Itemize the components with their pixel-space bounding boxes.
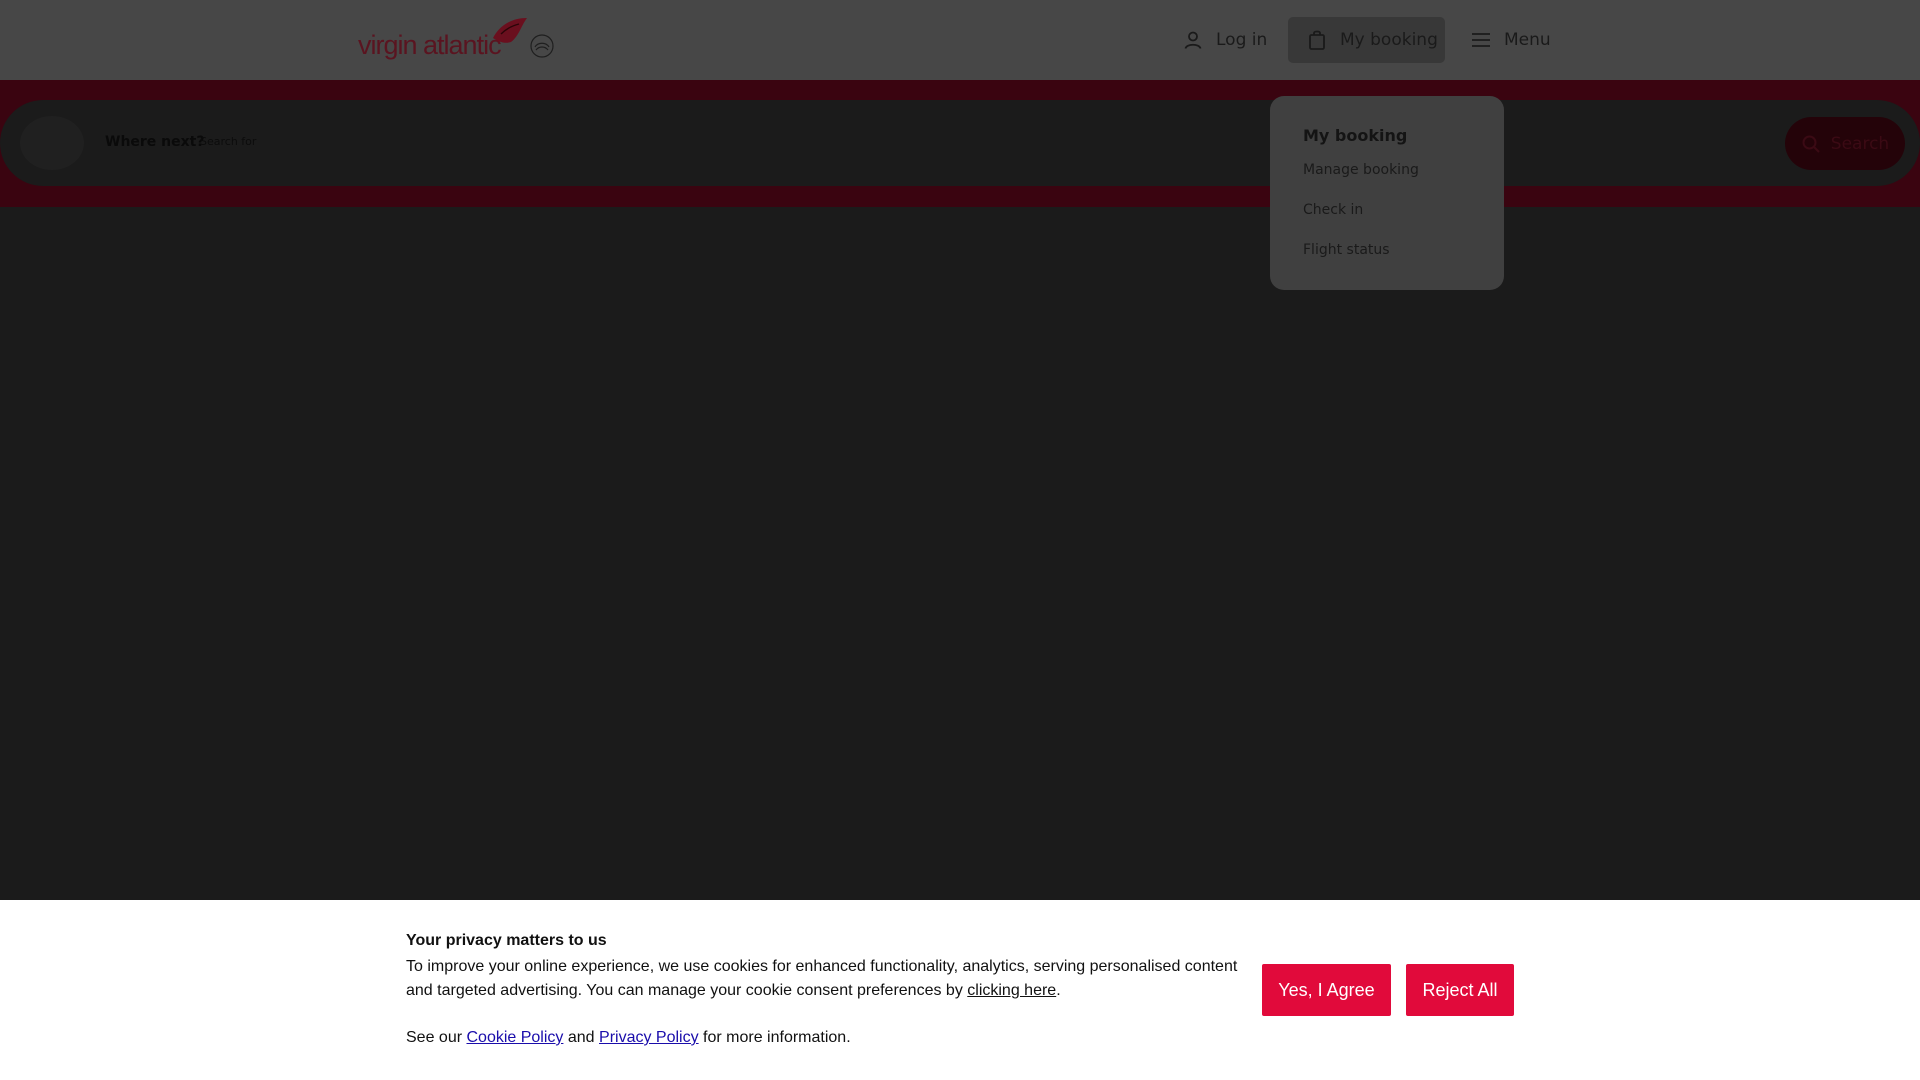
- site-header: virgin atlantic Log in My booking Menu: [0, 0, 1920, 80]
- user-icon: [1182, 29, 1204, 51]
- menu-button[interactable]: Menu: [1468, 17, 1558, 63]
- logo-wordmark: virgin atlantic: [358, 30, 502, 60]
- shopping-bag-icon: [1306, 29, 1328, 51]
- more-info-text: for more information.: [698, 1029, 851, 1046]
- search-label: Where next?: [105, 134, 205, 150]
- my-booking-button[interactable]: My booking: [1288, 17, 1445, 63]
- dropdown-title: My booking: [1303, 126, 1408, 145]
- privacy-policy-link[interactable]: Privacy Policy: [599, 1029, 699, 1046]
- dropdown-item-flight-status[interactable]: Flight status: [1303, 241, 1504, 281]
- dropdown-item-check-in[interactable]: Check in: [1303, 201, 1504, 241]
- search-icon: [1802, 135, 1820, 153]
- login-label: Log in: [1216, 30, 1268, 50]
- alliance-seal-icon: [530, 34, 554, 58]
- reject-all-button[interactable]: Reject All: [1406, 964, 1514, 1016]
- virgin-atlantic-logo[interactable]: virgin atlantic: [358, 16, 558, 64]
- virgin-flag-icon: [493, 18, 527, 43]
- login-button[interactable]: Log in: [1180, 17, 1270, 63]
- cookie-policy-link[interactable]: Cookie Policy: [466, 1029, 563, 1046]
- cookie-text-after: .: [1056, 982, 1061, 999]
- dropdown-item-manage-booking[interactable]: Manage booking: [1303, 161, 1504, 201]
- cookie-description: To improve your online experience, we us…: [406, 955, 1251, 1003]
- cookie-text-before: To improve your online experience, we us…: [406, 958, 1238, 999]
- search-button[interactable]: Search: [1785, 117, 1905, 170]
- cookie-banner: Your privacy matters to us To improve yo…: [0, 900, 1920, 1080]
- see-our-text: See our: [406, 1029, 467, 1046]
- my-booking-label: My booking: [1340, 30, 1438, 50]
- search-destination-icon: [20, 116, 84, 170]
- search-button-label: Search: [1830, 133, 1890, 154]
- and-text: and: [563, 1029, 600, 1046]
- cookie-title: Your privacy matters to us: [406, 932, 607, 949]
- my-booking-dropdown: My booking Manage booking Check in Fligh…: [1270, 96, 1504, 290]
- cookie-more-info: See our Cookie Policy and Privacy Policy…: [406, 1026, 851, 1050]
- hamburger-menu-icon: [1470, 29, 1492, 51]
- menu-label: Menu: [1504, 30, 1551, 50]
- cookie-preferences-link[interactable]: clicking here: [967, 982, 1056, 999]
- search-input[interactable]: [200, 130, 1000, 152]
- agree-button[interactable]: Yes, I Agree: [1262, 964, 1391, 1016]
